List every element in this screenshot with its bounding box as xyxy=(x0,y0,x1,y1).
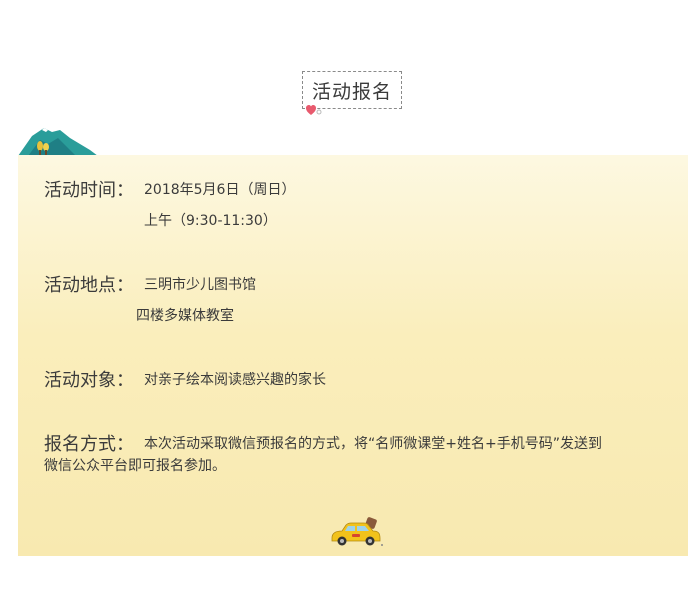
audience-value: 对亲子绘本阅读感兴趣的家长 xyxy=(144,372,326,388)
place-value-room: 四楼多媒体教室 xyxy=(136,308,234,324)
place-label: 活动地点： xyxy=(44,275,134,296)
section-title-text: 活动报名 xyxy=(311,80,392,103)
time-value-date: 2018年5月6日（周日） xyxy=(144,182,296,198)
taxi-icon xyxy=(331,517,383,546)
method-value-line1: 本次活动采取微信预报名的方式，将“名师微课堂+姓名+手机号码”发送到 xyxy=(144,436,602,452)
page: 活动报名 活动时间： 2018年5月6日（周日） 上午（9:30-11:30） … xyxy=(0,0,689,599)
audience-label: 活动对象： xyxy=(44,370,134,391)
method-label: 报名方式： xyxy=(44,434,134,455)
heart-icon xyxy=(306,105,322,115)
time-value-hours: 上午（9:30-11:30） xyxy=(144,213,277,229)
mountain-icon xyxy=(18,128,98,156)
time-label: 活动时间： xyxy=(44,180,134,201)
info-card xyxy=(18,155,688,556)
method-value-line2: 微信公众平台即可报名参加。 xyxy=(44,458,226,474)
place-value-venue: 三明市少儿图书馆 xyxy=(144,277,256,293)
